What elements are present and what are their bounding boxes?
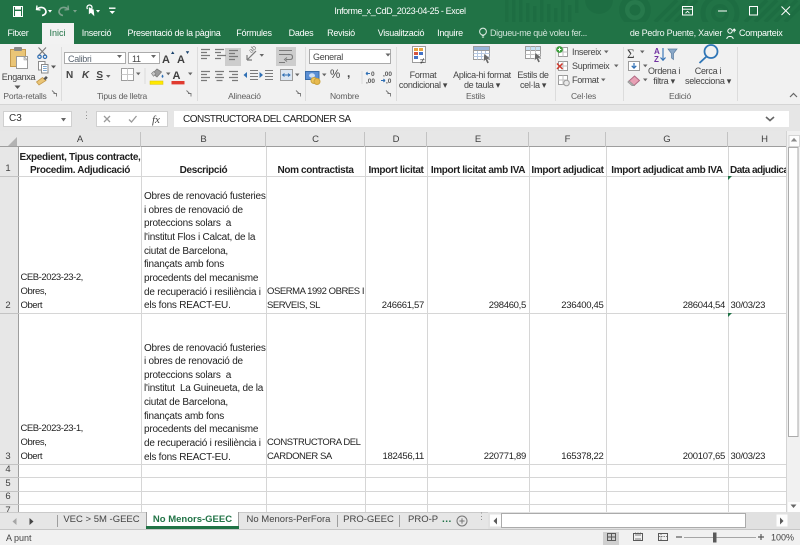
svg-text:fx: fx (152, 114, 160, 126)
svg-text:Σ: Σ (627, 46, 635, 61)
svg-text:Z: Z (654, 55, 659, 64)
svg-text:,00: ,00 (383, 71, 392, 78)
svg-text:A: A (162, 54, 170, 66)
svg-text:ab: ab (248, 44, 259, 55)
svg-text:A: A (173, 70, 181, 82)
svg-text:≠: ≠ (420, 56, 425, 66)
svg-text:,00: ,00 (366, 78, 375, 85)
svg-text:0: 0 (371, 71, 375, 78)
svg-text:,0: ,0 (386, 78, 392, 85)
svg-text:100%: 100% (771, 533, 794, 543)
svg-text:A: A (177, 54, 185, 66)
